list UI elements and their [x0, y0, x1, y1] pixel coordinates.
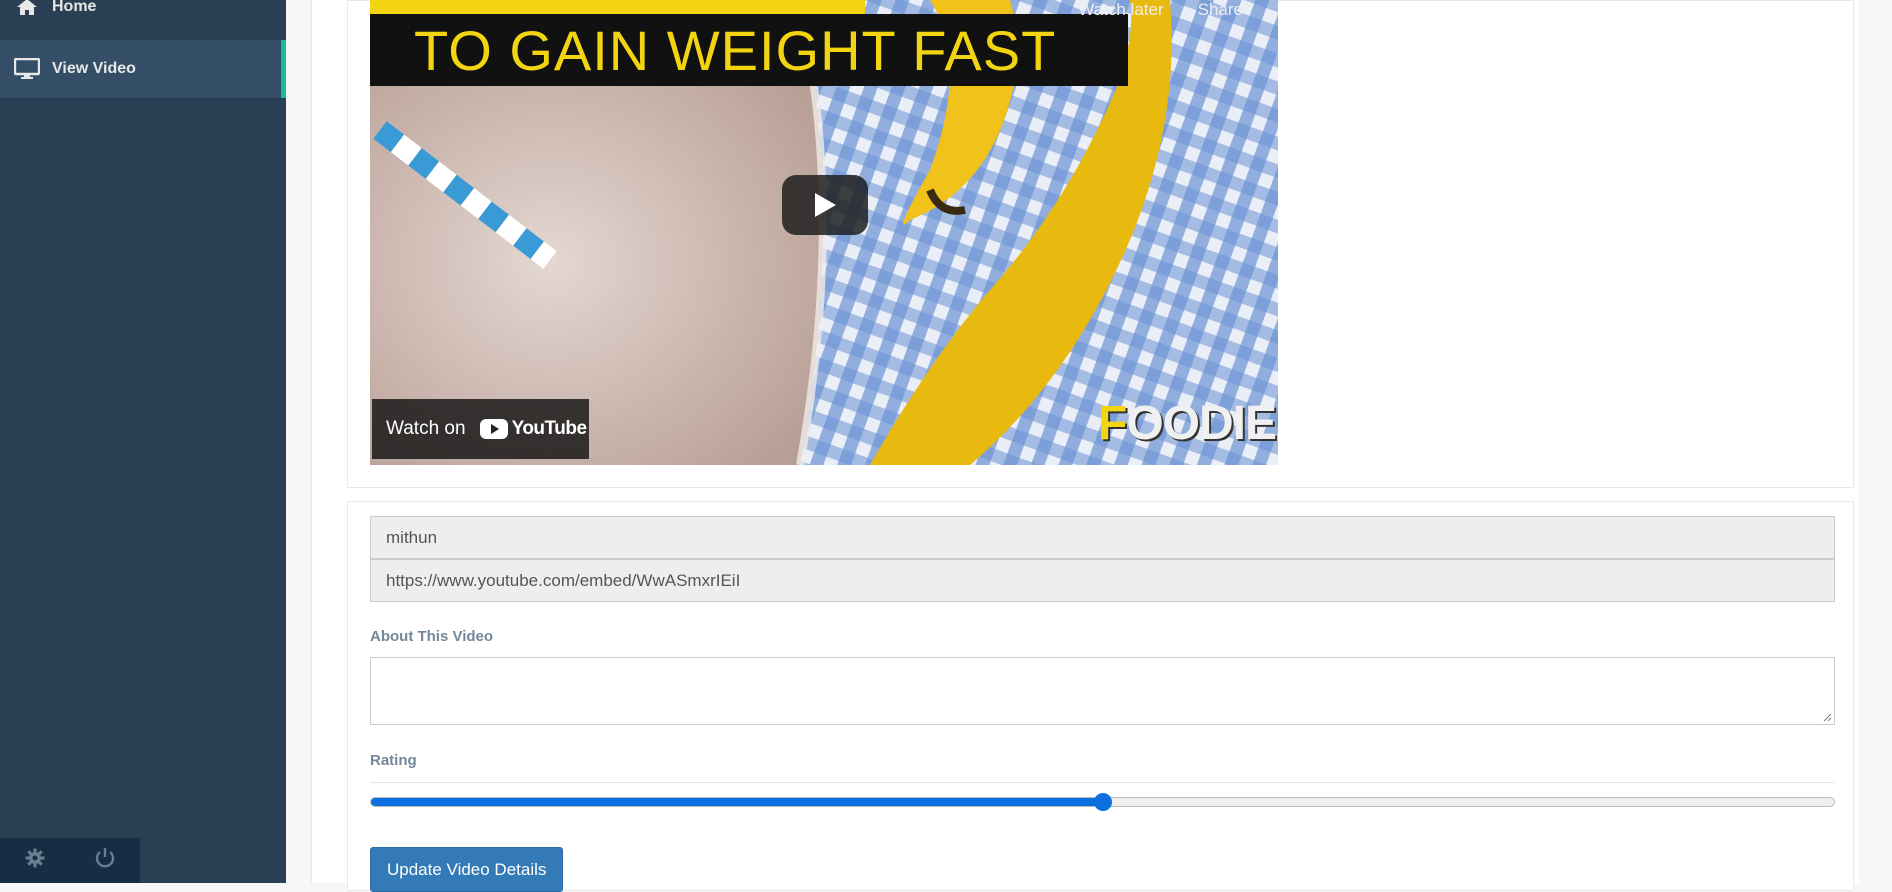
monitor-icon: [14, 58, 40, 79]
settings-button[interactable]: [0, 838, 70, 883]
url-field[interactable]: https://www.youtube.com/embed/WwASmxrIEi…: [370, 559, 1835, 602]
sidebar-item-label: View Video: [52, 60, 136, 77]
update-video-details-button[interactable]: Update Video Details: [370, 847, 564, 892]
about-label: About This Video: [370, 628, 494, 645]
play-icon: [815, 193, 836, 217]
rating-slider[interactable]: [370, 793, 1835, 811]
sidebar-item-home[interactable]: Home: [0, 0, 286, 36]
video-player[interactable]: TO GAIN WEIGHT FAST Watch later Share Wa…: [370, 0, 1278, 465]
sidebar-item-label: Home: [52, 0, 97, 15]
youtube-icon: [479, 419, 508, 439]
logout-button[interactable]: [70, 838, 140, 883]
video-title-overlay: TO GAIN WEIGHT FAST: [370, 14, 1128, 86]
resize-handle-icon: [1823, 713, 1832, 722]
home-icon: [14, 0, 40, 17]
watch-on-youtube-link[interactable]: Watch on YouTube: [372, 399, 589, 459]
about-textarea[interactable]: [370, 657, 1835, 725]
sidebar-item-view-video[interactable]: View Video: [0, 40, 286, 98]
rating-slider-fill: [371, 798, 1103, 806]
rating-slider-thumb[interactable]: [1093, 793, 1112, 811]
owner-field[interactable]: mithun: [370, 516, 1835, 559]
video-actions: Watch later Share: [1078, 0, 1243, 20]
play-button[interactable]: [782, 175, 868, 235]
gear-icon: [25, 848, 45, 873]
rating-label: Rating: [370, 752, 417, 769]
sidebar-footer: [0, 838, 140, 883]
power-icon: [94, 847, 116, 874]
divider: [370, 782, 1835, 783]
watch-later-button[interactable]: Watch later: [1078, 0, 1163, 20]
foodie-logo: FOODIE: [1097, 397, 1277, 450]
sidebar: Home View Video: [0, 0, 286, 883]
share-button[interactable]: Share: [1198, 0, 1243, 20]
